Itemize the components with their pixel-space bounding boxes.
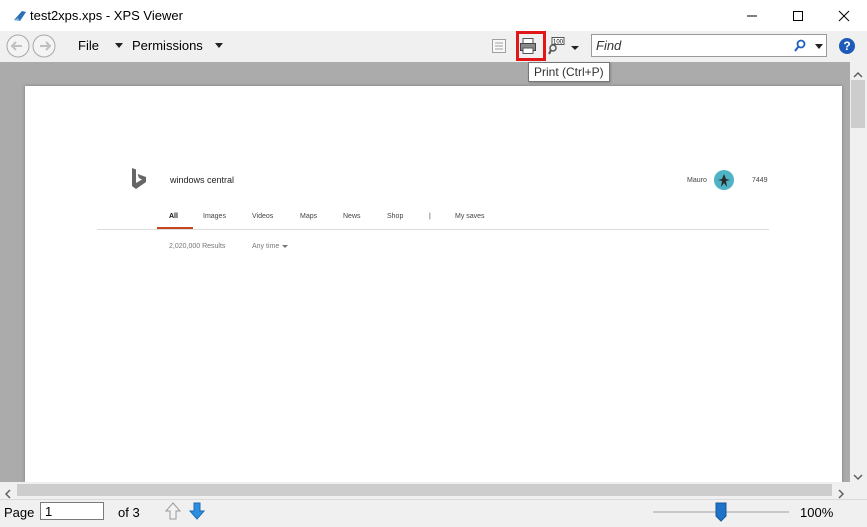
print-highlight [516, 31, 546, 61]
outline-icon [492, 39, 506, 53]
tab-videos[interactable]: Videos [252, 213, 273, 220]
tab-maps[interactable]: Maps [300, 213, 317, 220]
back-forward-buttons[interactable] [4, 33, 60, 59]
help-button[interactable]: ? [838, 37, 856, 60]
maximize-icon [793, 10, 803, 21]
maximize-button[interactable] [775, 0, 821, 31]
horizontal-scroll-thumb[interactable] [17, 484, 832, 496]
chevron-down-icon [214, 43, 223, 48]
minimize-button[interactable] [729, 0, 775, 31]
zoom-icon-label: 100 [553, 40, 564, 46]
tab-news[interactable]: News [343, 213, 361, 220]
chevron-down-icon [282, 245, 289, 248]
slider-thumb-icon [715, 502, 727, 522]
find-input[interactable] [596, 37, 786, 54]
close-icon [838, 10, 850, 21]
xps-app-icon [12, 8, 28, 24]
time-filter[interactable]: Any time [252, 243, 289, 250]
time-filter-label: Any time [252, 243, 280, 250]
zoom-slider-thumb[interactable] [715, 502, 727, 527]
arrow-down-icon [188, 502, 206, 520]
document-page [25, 86, 842, 482]
find-options-chevron-icon[interactable] [815, 44, 823, 49]
vertical-scroll-thumb[interactable] [851, 80, 865, 128]
search-query: windows central [170, 175, 235, 185]
zoom-icon: 100 [548, 37, 579, 55]
next-page-button[interactable] [188, 502, 206, 525]
user-avatar [714, 170, 734, 195]
tab-all[interactable]: All [169, 213, 178, 220]
zoom-level: 100% [800, 505, 834, 520]
user-name: Mauro [687, 177, 707, 184]
results-count: 2,020,000 Results [169, 243, 226, 250]
page-total: of 3 [118, 505, 140, 520]
page-number-input[interactable] [40, 502, 104, 520]
page-label: Page [4, 505, 35, 520]
find-box[interactable] [591, 34, 827, 57]
chevron-down-icon [114, 43, 123, 48]
tab-images[interactable]: Images [203, 213, 226, 220]
permissions-menu-label: Permissions [132, 38, 203, 53]
print-tooltip: Print (Ctrl+P) [528, 62, 610, 82]
zoom-button[interactable]: 100 [548, 37, 582, 62]
file-menu-label: File [78, 38, 99, 53]
svg-text:?: ? [843, 39, 850, 53]
search-icon[interactable] [793, 39, 807, 53]
tabs-divider [97, 229, 769, 230]
previous-page-button[interactable] [164, 502, 182, 525]
arrow-up-icon [164, 502, 182, 520]
scrollbar-corner [850, 482, 867, 499]
help-icon: ? [839, 38, 855, 54]
outline-button[interactable] [491, 38, 507, 59]
file-menu[interactable]: File [78, 38, 123, 53]
tab-shop[interactable]: Shop [387, 213, 403, 220]
tab-my-saves[interactable]: My saves [455, 213, 485, 220]
minimize-icon [747, 15, 757, 16]
tab-separator: | [429, 213, 431, 220]
close-button[interactable] [821, 0, 867, 31]
window-title: test2xps.xps - XPS Viewer [30, 8, 183, 23]
bing-logo [131, 168, 147, 195]
rewards-points: 7449 [752, 177, 768, 184]
permissions-menu[interactable]: Permissions [132, 38, 223, 53]
